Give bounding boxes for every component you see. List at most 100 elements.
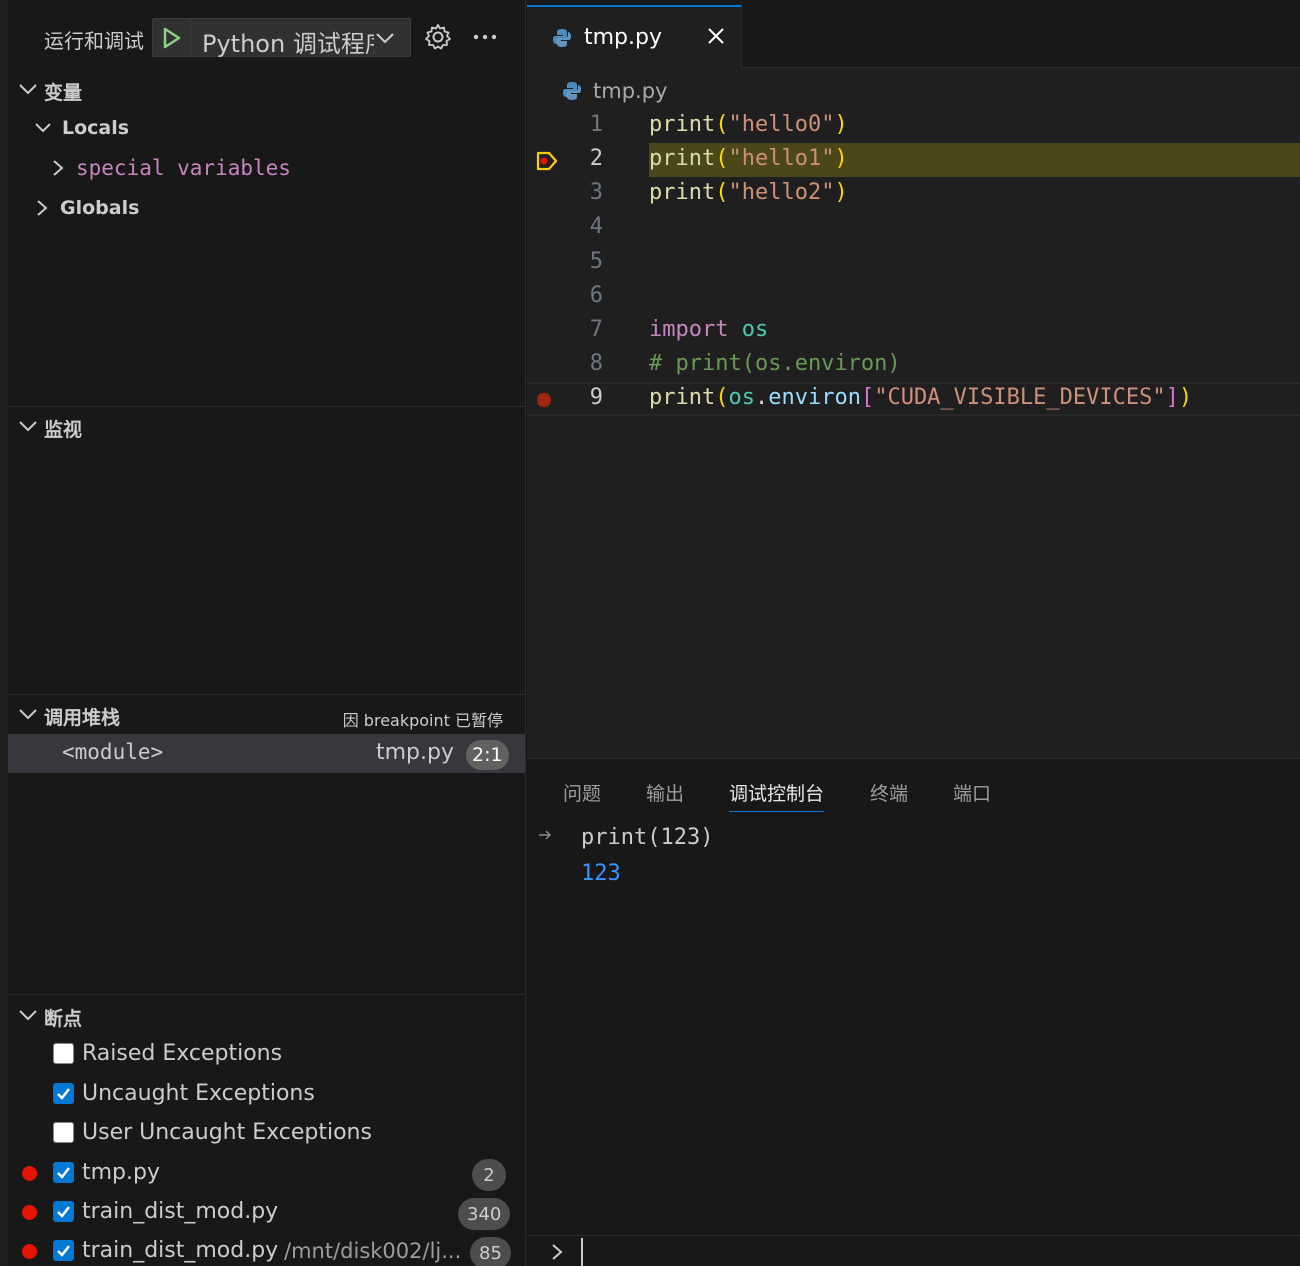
breakpoint-label: User Uncaught Exceptions — [82, 1120, 372, 1145]
tab-tmp-py[interactable]: tmp.py — [527, 5, 742, 68]
breadcrumb[interactable]: tmp.py — [561, 76, 667, 106]
call-stack-section-header[interactable]: 调用堆栈 因 breakpoint 已暂停 — [8, 695, 525, 733]
code-line[interactable]: 8 # print(os.environ) — [527, 348, 1300, 382]
code-line[interactable]: 1 print("hello0") — [527, 109, 1300, 143]
chevron-down-icon — [19, 1010, 37, 1021]
bottom-panel: 问题 输出 调试控制台 终端 端口 print(123) 123 — [527, 758, 1300, 1266]
variables-title: 变量 — [44, 82, 83, 104]
debug-config-label: Python 调试程序 — [202, 30, 374, 58]
breakpoint-checkbox[interactable] — [53, 1083, 74, 1104]
code-text: print("hello0") — [649, 112, 848, 137]
breakpoint-label: train_dist_mod.py — [82, 1199, 279, 1224]
breakpoint-row-raised-exceptions[interactable]: Raised Exceptions — [8, 1036, 525, 1075]
code-text: print("hello2") — [649, 180, 848, 205]
debug-console-repl — [527, 1235, 1300, 1266]
breakpoint-line-badge: 2 — [472, 1159, 506, 1191]
breakpoint-line-badge: 340 — [458, 1198, 511, 1230]
tab-output[interactable]: 输出 — [646, 779, 684, 806]
tab-ports[interactable]: 端口 — [953, 779, 991, 806]
tab-terminal[interactable]: 终端 — [870, 779, 908, 806]
chevron-down-icon — [376, 33, 394, 44]
code-line[interactable]: 6 — [527, 280, 1300, 314]
tab-problems[interactable]: 问题 — [563, 779, 601, 806]
line-number: 8 — [589, 351, 603, 376]
start-debugging-button[interactable] — [153, 19, 191, 56]
stack-frame-name: <module> — [62, 740, 164, 764]
stack-frame-file: tmp.py — [376, 740, 454, 765]
globals-label: Globals — [60, 197, 140, 219]
checkmark-icon — [57, 1167, 70, 1179]
stack-frame-row[interactable]: <module> tmp.py 2:1 — [8, 734, 525, 773]
code-line[interactable]: 5 — [527, 246, 1300, 280]
breakpoint-dot-icon — [22, 1244, 37, 1259]
checkmark-icon — [57, 1088, 70, 1100]
watch-title: 监视 — [44, 419, 83, 441]
line-number: 6 — [589, 283, 603, 308]
code-line-cursor[interactable]: 9 print(os.environ["CUDA_VISIBLE_DEVICES… — [527, 382, 1300, 416]
tab-debug-console[interactable]: 调试控制台 — [729, 779, 825, 812]
chevron-down-icon — [19, 421, 37, 432]
chevron-down-icon — [19, 84, 37, 95]
breakpoint-label: tmp.py — [82, 1160, 160, 1185]
python-file-icon — [553, 29, 571, 47]
breakpoint-row-uncaught-exceptions[interactable]: Uncaught Exceptions — [8, 1076, 525, 1115]
editor-tab-bar: tmp.py — [527, 0, 1300, 68]
breakpoint-dot-icon — [22, 1166, 37, 1181]
run-debug-title: 运行和调试 — [44, 29, 144, 53]
code-line[interactable]: 4 — [527, 211, 1300, 245]
breakpoint-checkbox[interactable] — [53, 1162, 74, 1183]
debug-console-input[interactable] — [581, 1238, 1281, 1266]
breadcrumb-file: tmp.py — [593, 79, 668, 103]
tree-item-globals[interactable]: Globals — [34, 190, 139, 226]
code-line[interactable]: 3 print("hello2") — [527, 177, 1300, 211]
breakpoint-row-tmp-py[interactable]: tmp.py 2 — [8, 1155, 525, 1194]
breakpoint-checkbox[interactable] — [53, 1043, 74, 1064]
tree-item-special-variables[interactable]: special variables — [50, 150, 291, 186]
breakpoint-label: train_dist_mod.py — [82, 1238, 279, 1263]
breakpoint-row-user-uncaught-exceptions[interactable]: User Uncaught Exceptions — [8, 1115, 525, 1154]
breakpoint-dot-icon[interactable] — [537, 393, 551, 407]
console-output-value: 123 — [581, 861, 621, 886]
tab-label: tmp.py — [584, 25, 662, 50]
breakpoints-section-header[interactable]: 断点 — [8, 996, 525, 1034]
code-text: print(os.environ["CUDA_VISIBLE_DEVICES"]… — [649, 385, 1193, 410]
line-number: 9 — [589, 385, 603, 410]
run-debug-toolbar: 运行和调试 Python 调试程序 — [0, 0, 526, 72]
watch-section-header[interactable]: 监视 — [8, 407, 525, 445]
locals-label: Locals — [62, 117, 130, 139]
debug-config-select[interactable]: Python 调试程序 — [152, 18, 411, 58]
activity-bar-edge — [0, 0, 8, 1266]
code-line[interactable]: 7 import os — [527, 314, 1300, 348]
code-text: import os — [649, 317, 769, 342]
code-editor: tmp.py tmp.py 1 print("hello0") 2 print(… — [527, 0, 1300, 758]
breakpoint-path: /mnt/disk002/lj... — [284, 1239, 462, 1263]
code-comment: # print(os.environ) — [649, 351, 901, 376]
breakpoint-line-badge: 85 — [470, 1237, 511, 1266]
section-divider — [8, 994, 525, 995]
code-text: print("hello1") — [649, 146, 848, 171]
breakpoint-checkbox[interactable] — [53, 1122, 74, 1143]
close-icon[interactable] — [705, 25, 727, 47]
chevron-down-icon — [35, 123, 51, 133]
breakpoint-row-train-dist-mod[interactable]: train_dist_mod.py 340 — [8, 1194, 525, 1233]
more-actions-icon[interactable] — [470, 22, 500, 52]
code-line-current[interactable]: 2 print("hello1") — [527, 143, 1300, 177]
variables-section-header[interactable]: 变量 — [8, 70, 525, 108]
chevron-right-icon — [552, 1244, 563, 1260]
breakpoint-checkbox[interactable] — [53, 1240, 74, 1261]
line-number: 4 — [589, 214, 603, 239]
breakpoint-row-train-dist-mod-mnt[interactable]: train_dist_mod.py /mnt/disk002/lj... 85 — [8, 1233, 525, 1266]
chevron-right-icon — [37, 200, 48, 216]
paused-status: 因 breakpoint 已暂停 — [342, 711, 503, 730]
gear-icon[interactable] — [423, 22, 453, 52]
chevron-down-icon — [19, 709, 37, 720]
arrow-right-icon — [539, 830, 552, 840]
tree-item-locals[interactable]: Locals — [34, 110, 129, 146]
breakpoint-label: Raised Exceptions — [82, 1041, 283, 1066]
line-number: 3 — [589, 180, 603, 205]
breakpoint-label: Uncaught Exceptions — [82, 1081, 315, 1106]
breakpoint-checkbox[interactable] — [53, 1201, 74, 1222]
python-file-icon — [563, 82, 581, 100]
play-icon — [163, 27, 180, 48]
debug-sidebar: 运行和调试 Python 调试程序 变量 Locals special vari… — [0, 0, 526, 1266]
